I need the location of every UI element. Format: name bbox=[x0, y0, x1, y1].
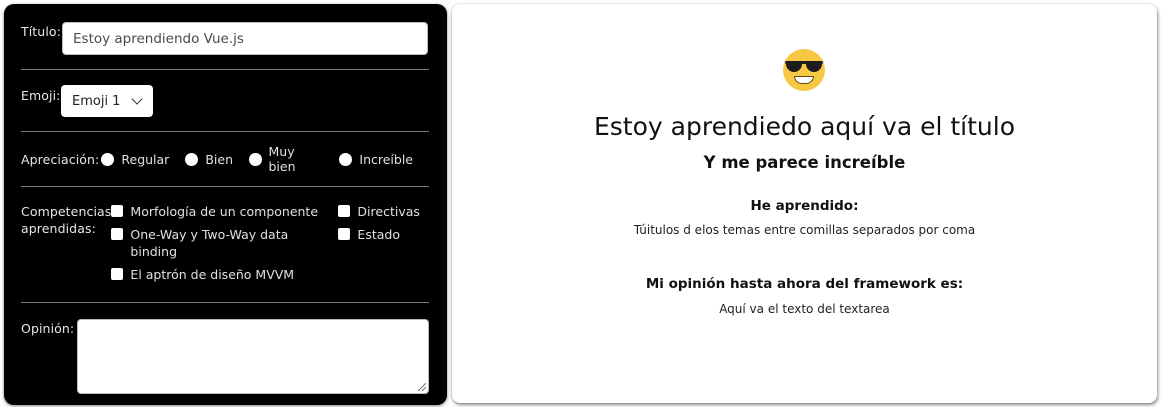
checkbox[interactable] bbox=[338, 228, 351, 240]
radio-label: Increíble bbox=[359, 151, 413, 167]
checkbox-label: El aptrón de diseño MVVM bbox=[130, 267, 295, 282]
title-input[interactable] bbox=[62, 22, 428, 55]
opinion-row: Opinión: bbox=[21, 303, 429, 394]
radio-button[interactable] bbox=[185, 152, 199, 166]
opinion-label: Opinión: bbox=[21, 321, 75, 336]
radio-label: Bien bbox=[205, 151, 233, 167]
radio-label: Muy bien bbox=[268, 144, 296, 174]
checkbox[interactable] bbox=[111, 228, 124, 240]
appreciation-radio-group: Regular Bien Muy bien Increíble bbox=[101, 144, 429, 174]
radio-button[interactable] bbox=[249, 152, 262, 166]
learned-heading: He aprendido: bbox=[750, 198, 859, 214]
sunglasses-shape bbox=[785, 60, 823, 74]
checkbox[interactable] bbox=[111, 205, 124, 217]
emoji-select-value: Emoji 1 bbox=[72, 93, 121, 109]
radio-button[interactable] bbox=[339, 152, 353, 166]
resize-handle-icon[interactable] bbox=[418, 383, 426, 391]
emoji-select[interactable]: Emoji 1 bbox=[61, 85, 153, 117]
emoji-label: Emoji: bbox=[21, 88, 61, 103]
competencies-label: Competencias aprendidas: bbox=[21, 204, 112, 236]
opinion-text: Aquí va el texto del textarea bbox=[719, 302, 890, 316]
radio-bien[interactable]: Bien bbox=[185, 152, 233, 167]
checkbox-mvvm[interactable]: El aptrón de diseño MVVM bbox=[111, 266, 338, 283]
checkbox-label: Morfología de un componente bbox=[130, 204, 319, 219]
form-panel: Título: Emoji: Emoji 1 Apreciación: Regu… bbox=[4, 4, 447, 405]
appreciation-label: Apreciación: bbox=[21, 151, 100, 167]
radio-regular[interactable]: Regular bbox=[101, 152, 169, 167]
chevron-down-icon bbox=[131, 93, 143, 105]
appreciation-row: Apreciación: Regular Bien Muy bien Incre… bbox=[21, 132, 429, 186]
preview-card: Estoy aprendiedo aquí va el título Y me … bbox=[452, 4, 1157, 403]
checkbox-label: Estado bbox=[357, 227, 400, 242]
checkbox-data-binding[interactable]: One-Way y Two-Way data binding bbox=[111, 226, 338, 260]
competencies-column: Morfología de un componente One-Way y Tw… bbox=[111, 203, 338, 289]
competencies-row: Competencias aprendidas: Morfología de u… bbox=[21, 187, 429, 302]
checkbox-directivas[interactable]: Directivas bbox=[338, 203, 438, 220]
checkbox-label: Directivas bbox=[357, 204, 420, 219]
checkbox-estado[interactable]: Estado bbox=[338, 226, 438, 243]
checkbox[interactable] bbox=[111, 268, 124, 280]
radio-muy-bien[interactable]: Muy bien bbox=[249, 144, 323, 174]
competencies-column: Directivas Estado bbox=[338, 203, 438, 289]
checkbox-morfologia[interactable]: Morfología de un componente bbox=[111, 203, 338, 220]
competencies-grid: Morfología de un componente One-Way y Tw… bbox=[111, 203, 438, 289]
preview-title: Estoy aprendiedo aquí va el título bbox=[593, 112, 1015, 141]
radio-label: Regular bbox=[121, 151, 170, 167]
smile-shape bbox=[794, 76, 814, 84]
radio-increible[interactable]: Increíble bbox=[339, 152, 413, 167]
title-label: Título: bbox=[21, 24, 61, 39]
radio-button[interactable] bbox=[101, 152, 115, 166]
opinion-heading: Mi opinión hasta ahora del framework es: bbox=[645, 276, 964, 292]
title-row: Título: bbox=[21, 4, 429, 69]
sunglasses-emoji-icon bbox=[783, 49, 825, 91]
emoji-row: Emoji: Emoji 1 bbox=[21, 70, 429, 131]
checkbox-label: One-Way y Two-Way data binding bbox=[130, 227, 289, 259]
opinion-textarea[interactable] bbox=[77, 319, 429, 394]
checkbox[interactable] bbox=[338, 205, 351, 217]
learned-text: Túitulos d elos temas entre comillas sep… bbox=[633, 223, 976, 237]
preview-subtitle: Y me parece increíble bbox=[703, 153, 906, 172]
